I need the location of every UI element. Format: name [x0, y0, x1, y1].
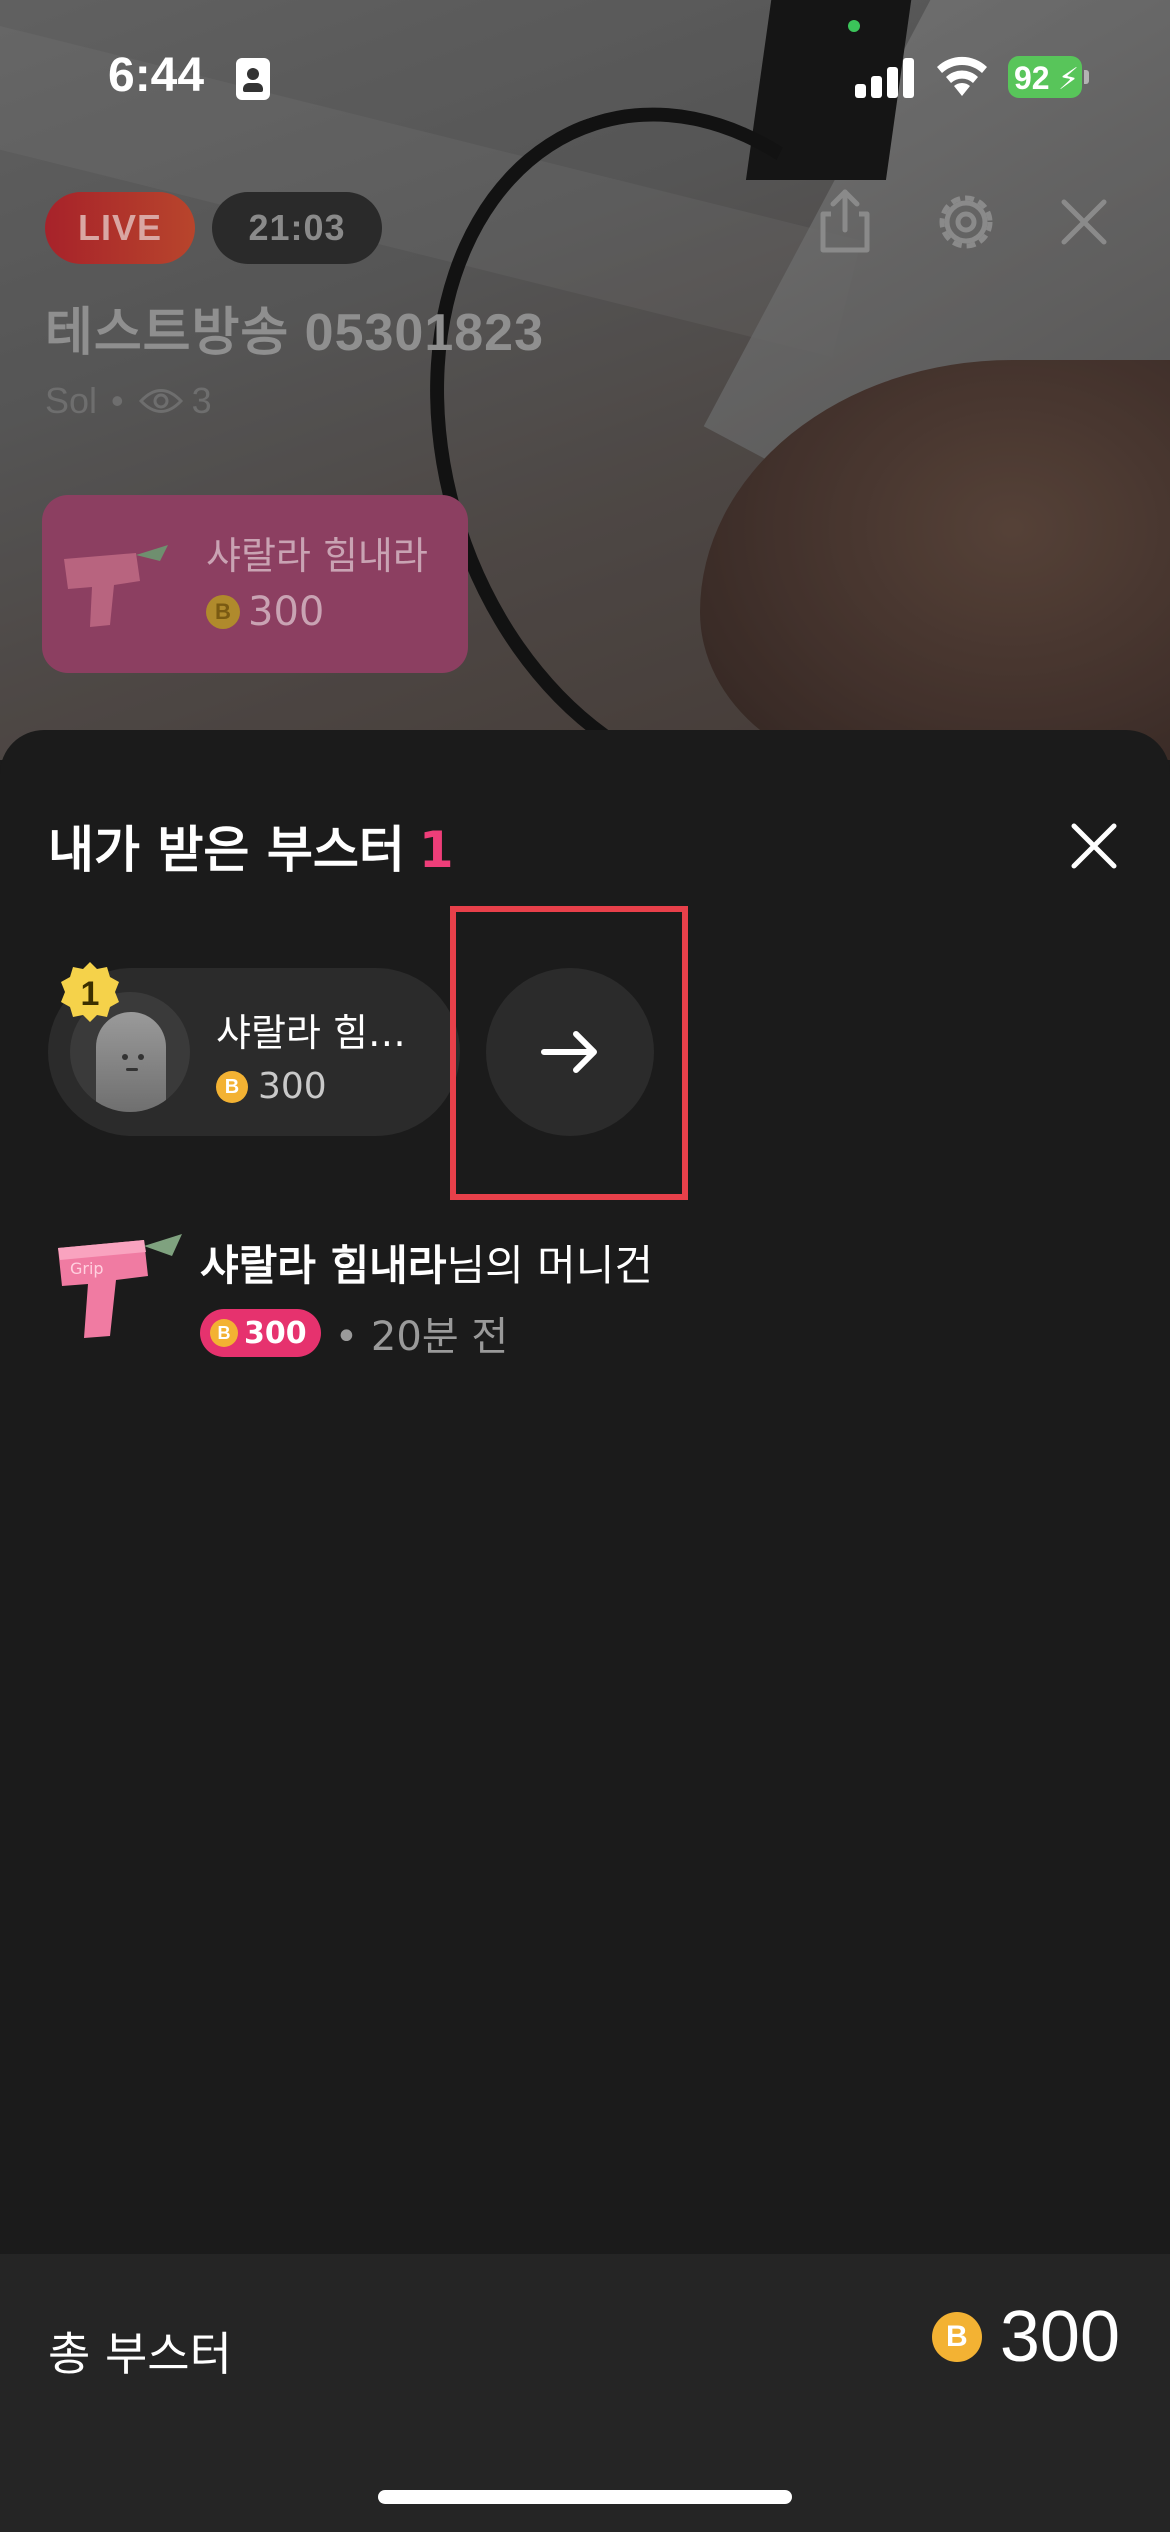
total-amount: B 300: [931, 2296, 1120, 2378]
gift-amount-value: 300: [244, 1315, 307, 1351]
stream-title: 테스트방송 05301823: [45, 304, 545, 362]
gift-title: 샤랄라 힘내라님의 머니건: [200, 1232, 653, 1293]
gift-time: • 20분 전: [334, 1314, 509, 1360]
total-value: 300: [999, 2297, 1120, 2377]
status-time: 6:44: [108, 49, 205, 102]
status-bar: 6:44 92 ⚡: [0, 0, 1170, 150]
svg-text:Grip: Grip: [70, 1259, 104, 1278]
gift-sender: 샤랄라 힘내라: [200, 1241, 447, 1290]
gift-amount-badge: B 300: [200, 1309, 321, 1357]
rank-badge: 1: [56, 960, 124, 1028]
share-icon[interactable]: [805, 180, 885, 260]
stream-timer: 21:03: [212, 192, 382, 264]
toast-sender: 샤랄라 힘내라: [206, 534, 428, 578]
toast-amount-value: 300: [248, 589, 325, 635]
rank-number: 1: [80, 975, 100, 1013]
top-booster-name: 샤랄라 힘…: [216, 1011, 406, 1055]
battery-indicator: 92 ⚡: [1008, 56, 1089, 98]
eye-icon: [138, 389, 183, 413]
coin-icon: B: [216, 1070, 248, 1103]
live-badge: LIVE: [45, 192, 195, 264]
gift-list-item[interactable]: Grip 샤랄라 힘내라님의 머니건 B 300 • 20분 전: [48, 1220, 1122, 1380]
viewer-count: 3: [191, 380, 212, 421]
gear-icon[interactable]: [926, 180, 1006, 260]
coin-icon: B: [210, 1319, 238, 1347]
coin-icon: B: [931, 2312, 982, 2362]
toast-amount: B 300: [206, 589, 324, 635]
money-gun-icon: Grip: [58, 1234, 182, 1338]
total-label: 총 부스터: [48, 2327, 232, 2381]
gift-toast: 샤랄라 힘내라 B 300: [42, 495, 468, 673]
money-gun-icon: [64, 545, 168, 627]
cellular-signal-icon: [855, 56, 915, 98]
gift-type: 님의 머니건: [446, 1241, 654, 1290]
highlight-box: [450, 906, 688, 1200]
sheet-title: 내가 받은 부스터 1: [48, 810, 454, 882]
contact-card-icon: [236, 58, 270, 100]
sheet-count: 1: [418, 821, 454, 879]
close-stream-icon[interactable]: [1046, 180, 1126, 260]
gift-meta: B 300 • 20분 전: [200, 1304, 508, 1362]
close-icon[interactable]: [1064, 816, 1124, 876]
charging-bolt-icon: ⚡: [1058, 62, 1080, 97]
stream-meta: Sol • 3: [45, 380, 212, 422]
host-name: Sol: [45, 380, 98, 421]
sheet-title-text: 내가 받은 부스터: [48, 821, 405, 879]
camera-indicator-dot: [848, 20, 860, 32]
wifi-icon: [937, 56, 987, 96]
top-booster-amount: B 300: [216, 1066, 327, 1107]
meta-separator: •: [111, 380, 124, 421]
home-indicator[interactable]: [378, 2490, 792, 2504]
coin-icon: B: [206, 595, 240, 629]
battery-level: 92: [1014, 60, 1050, 96]
top-booster-chip[interactable]: 1 샤랄라 힘… B 300: [48, 962, 460, 1136]
top-booster-amount-value: 300: [258, 1066, 327, 1107]
